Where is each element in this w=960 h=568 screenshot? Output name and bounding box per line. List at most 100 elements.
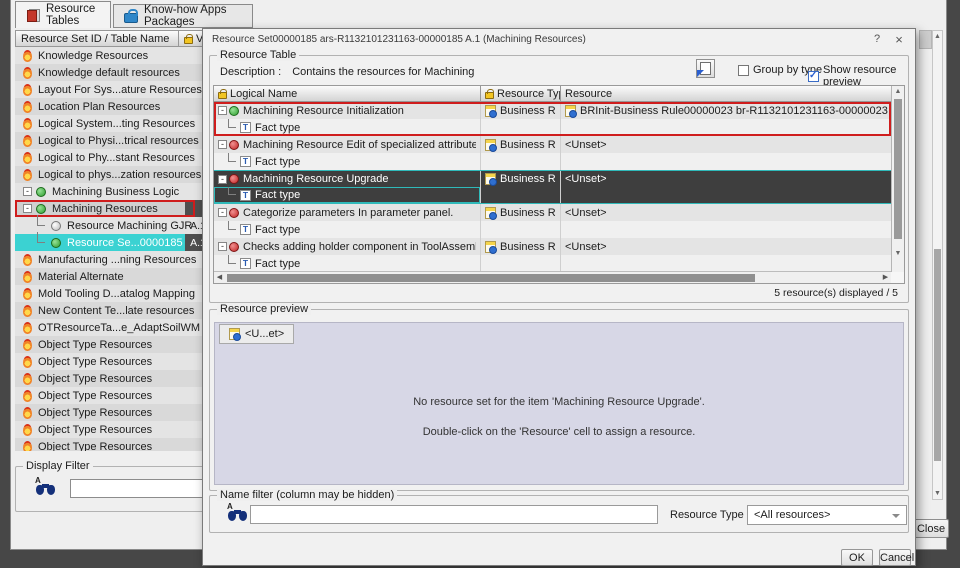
name-filter-input[interactable]: [250, 505, 658, 524]
fact-type-cell[interactable]: Fact type: [214, 221, 481, 238]
tree-item[interactable]: Layout For Sys...ature Resources: [15, 81, 211, 98]
scrollbar-thumb[interactable]: [894, 99, 902, 239]
scroll-right-icon[interactable]: [880, 272, 891, 283]
tree-item[interactable]: Object Type Resources: [15, 336, 211, 353]
scroll-left-icon[interactable]: [214, 272, 225, 283]
tab-resource-tables[interactable]: Resource Tables: [15, 1, 111, 28]
column-header-resource-set-id[interactable]: Resource Set ID / Table Name: [15, 30, 179, 47]
tree-item[interactable]: Mold Tooling D...atalog Mapping: [15, 285, 211, 302]
fact-type-row[interactable]: Fact type: [214, 255, 904, 272]
table-horizontal-scrollbar[interactable]: [214, 271, 891, 283]
help-button[interactable]: ?: [869, 32, 885, 47]
expander-icon[interactable]: [218, 140, 227, 149]
resource-cell[interactable]: BRInit-Business Rule00000023 br-R1132101…: [561, 102, 904, 119]
tree-item[interactable]: Object Type Resources: [15, 404, 211, 421]
ok-button[interactable]: OK: [841, 549, 873, 566]
resource-cell[interactable]: <Unset>: [561, 171, 904, 187]
tree-item[interactable]: Logical to Phy...stant Resources: [15, 149, 211, 166]
display-filter-input[interactable]: [70, 479, 208, 498]
tree-item-label: Knowledge default resources: [38, 66, 180, 79]
resource-value: <Unset>: [565, 206, 607, 219]
tree-item[interactable]: OTResourceTa...e_AdaptSoilWM: [15, 319, 211, 336]
tree-item-label: Object Type Resources: [38, 406, 153, 419]
lock-icon: [485, 89, 494, 99]
tree-item[interactable]: Knowledge Resources: [15, 47, 211, 64]
resource-type-dropdown[interactable]: <All resources>: [747, 505, 907, 525]
tree-item[interactable]: Logical System...ting Resources: [15, 115, 211, 132]
tree-item[interactable]: Manufacturing ...ning Resources: [15, 251, 211, 268]
tab-know-how-apps-packages[interactable]: Know-how Apps Packages: [113, 4, 253, 28]
scrollbar-thumb[interactable]: [934, 249, 941, 461]
tree-item-label: OTResourceTa...e_AdaptSoilWM: [38, 321, 201, 334]
logical-name-cell[interactable]: Machining Resource Edit of specialized a…: [214, 136, 481, 153]
empty-cell: [481, 187, 561, 203]
checkbox-checked-icon[interactable]: [808, 70, 819, 82]
fact-type-cell[interactable]: Fact type: [214, 187, 481, 203]
tree-item[interactable]: Object Type Resources: [15, 438, 211, 451]
logical-name-cell[interactable]: Machining Resource Initialization: [214, 102, 481, 119]
resource-cell[interactable]: <Unset>: [561, 136, 904, 153]
resource-row[interactable]: Checks adding holder component in ToolAs…: [214, 238, 904, 255]
preview-unset-tab[interactable]: <U...et>: [219, 324, 295, 344]
scroll-up-icon[interactable]: [933, 31, 942, 42]
tree-item[interactable]: Logical to phys...zation resources: [15, 166, 211, 183]
column-header-logical-name[interactable]: Logical Name: [214, 86, 481, 102]
tree-item[interactable]: Object Type Resources: [15, 421, 211, 438]
resource-type-cell[interactable]: Business Rule: [481, 171, 561, 187]
business-rule-icon: [565, 104, 577, 118]
tree-item[interactable]: Machining Business Logic: [15, 183, 211, 200]
tree-item[interactable]: New Content Te...late resources: [15, 302, 211, 319]
expander-icon[interactable]: [218, 174, 227, 184]
resource-row[interactable]: Machining Resource Initialization Busines…: [214, 102, 904, 119]
dialog-close-icon[interactable]: ×: [891, 32, 907, 47]
tree-item[interactable]: Resource Se...0000185 A.1 A.1: [15, 231, 211, 251]
fact-type-row[interactable]: Fact type: [214, 153, 904, 170]
resource-type-cell[interactable]: Business Rule: [481, 204, 561, 221]
resource-cell[interactable]: <Unset>: [561, 238, 904, 255]
scrollbar-thumb[interactable]: [227, 274, 755, 282]
tree-item[interactable]: Logical to Physi...trical resources: [15, 132, 211, 149]
expander-icon[interactable]: [23, 187, 32, 196]
expander-icon[interactable]: [23, 204, 32, 213]
flame-icon: [23, 151, 32, 164]
resource-cell[interactable]: <Unset>: [561, 204, 904, 221]
close-button[interactable]: Close: [913, 519, 949, 538]
cancel-button[interactable]: Cancel: [879, 549, 914, 566]
window-vertical-scrollbar[interactable]: [932, 30, 943, 500]
column-header-resource-type[interactable]: Resource Type: [481, 86, 561, 102]
tree-item[interactable]: Location Plan Resources: [15, 98, 211, 115]
fact-type-row[interactable]: Fact type: [214, 119, 904, 136]
resource-type-cell[interactable]: Business Rule: [481, 102, 561, 119]
resource-row[interactable]: Machining Resource Edit of specialized a…: [214, 136, 904, 153]
column-header-resource[interactable]: Resource: [561, 86, 904, 102]
fact-type-cell[interactable]: Fact type: [214, 255, 481, 272]
tree-item[interactable]: Material Alternate: [15, 268, 211, 285]
fact-type-cell[interactable]: Fact type: [214, 153, 481, 170]
tree-item[interactable]: Knowledge default resources: [15, 64, 211, 81]
scroll-down-icon[interactable]: [892, 248, 904, 259]
resource-row[interactable]: Machining Resource Upgrade Business Rule <…: [214, 170, 904, 187]
logical-name-cell[interactable]: Machining Resource Upgrade: [214, 171, 481, 187]
fact-type-row[interactable]: Fact type: [214, 221, 904, 238]
gear-green-icon: [36, 203, 46, 214]
export-report-button[interactable]: [696, 59, 715, 78]
table-vertical-scrollbar[interactable]: [891, 86, 904, 272]
checkbox-icon[interactable]: [738, 64, 749, 76]
scroll-down-icon[interactable]: [933, 488, 942, 499]
fact-type-label: Fact type: [255, 189, 301, 201]
tree-item[interactable]: Object Type Resources: [15, 370, 211, 387]
resource-type-cell[interactable]: Business Rule: [481, 238, 561, 255]
tree-item[interactable]: Object Type Resources: [15, 353, 211, 370]
fact-type-row[interactable]: Fact type: [214, 187, 904, 204]
expander-icon[interactable]: [218, 208, 227, 217]
expander-icon[interactable]: [218, 242, 227, 251]
scroll-up-icon[interactable]: [892, 86, 904, 97]
resource-type-cell[interactable]: Business Rule: [481, 136, 561, 153]
fact-type-cell[interactable]: Fact type: [214, 119, 481, 136]
tree-item[interactable]: Object Type Resources: [15, 387, 211, 404]
logical-name-cell[interactable]: Categorize parameters In parameter panel…: [214, 204, 481, 221]
logical-name-cell[interactable]: Checks adding holder component in ToolAs…: [214, 238, 481, 255]
expander-icon[interactable]: [218, 106, 227, 115]
tree-connector-icon: [228, 255, 236, 264]
resource-row[interactable]: Categorize parameters In parameter panel…: [214, 204, 904, 221]
